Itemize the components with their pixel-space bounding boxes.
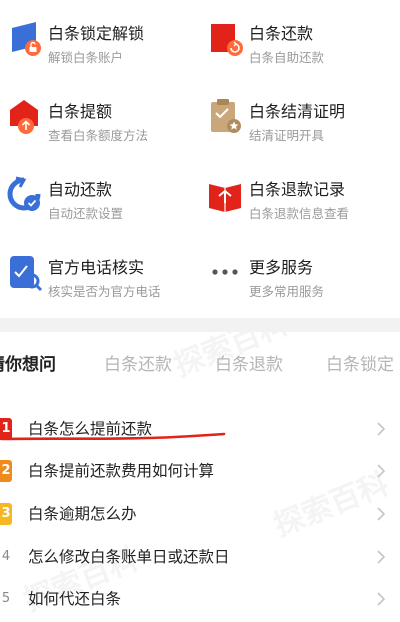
refund-record-icon — [209, 184, 241, 212]
service-title: 白条提额 — [48, 102, 113, 121]
service-settlement-certificate[interactable]: 白条结清证明 结清证明开具 — [205, 92, 395, 152]
question-text: 白条逾期怎么办 — [28, 505, 137, 523]
chevron-right-icon — [377, 550, 386, 564]
rank-number: 5 — [1, 591, 11, 606]
handwritten-underline — [0, 432, 226, 441]
auto-repay-icon — [7, 176, 41, 211]
question-text: 怎么修改白条账单日或还款日 — [28, 548, 230, 566]
service-title: 白条锁定解锁 — [48, 24, 145, 43]
service-subtitle: 结清证明开具 — [249, 128, 325, 143]
service-subtitle: 自动还款设置 — [48, 206, 124, 221]
chevron-right-icon — [377, 422, 386, 436]
service-title: 更多服务 — [249, 258, 314, 277]
lock-unlock-icon — [12, 22, 41, 56]
service-subtitle: 解锁白条账户 — [48, 50, 124, 65]
question-tabs: 猜你想问 白条还款 白条退款 白条锁定 — [0, 350, 400, 386]
service-lock-unlock[interactable]: 白条锁定解锁 解锁白条账户 — [4, 14, 194, 74]
service-title: 白条还款 — [249, 24, 314, 43]
rank-number: 4 — [1, 549, 11, 564]
service-title: 官方电话核实 — [48, 258, 145, 277]
section-divider — [0, 318, 400, 332]
service-title: 自动还款 — [48, 180, 113, 199]
repay-icon — [211, 24, 243, 56]
service-phone-verify[interactable]: 官方电话核实 核实是否为官方电话 — [4, 248, 194, 308]
phone-verify-icon — [10, 256, 43, 292]
service-subtitle: 更多常用服务 — [249, 284, 325, 299]
service-subtitle: 白条自助还款 — [249, 50, 325, 65]
chevron-right-icon — [377, 592, 386, 606]
service-more[interactable]: 更多服务 更多常用服务 — [205, 248, 395, 308]
list-item[interactable]: 5 如何代还白条 — [0, 582, 400, 622]
service-subtitle: 核实是否为官方电话 — [48, 284, 161, 299]
tab-guess[interactable]: 猜你想问 — [0, 350, 56, 375]
chevron-right-icon — [377, 507, 386, 521]
rank-badge: 3 — [0, 503, 12, 525]
question-text: 如何代还白条 — [28, 590, 122, 608]
more-dots-icon — [212, 269, 238, 275]
settlement-certificate-icon — [211, 99, 241, 133]
tab-lock[interactable]: 白条锁定 — [326, 350, 394, 375]
service-refund-record[interactable]: 白条退款记录 白条退款信息查看 — [205, 170, 395, 230]
list-item[interactable]: 3 白条逾期怎么办 — [0, 497, 400, 537]
service-repay[interactable]: 白条还款 白条自助还款 — [205, 14, 395, 74]
question-text: 白条提前还款费用如何计算 — [28, 462, 215, 480]
service-title: 白条结清证明 — [249, 102, 346, 121]
raise-limit-icon — [10, 100, 38, 134]
chevron-right-icon — [377, 464, 386, 478]
service-auto-repay[interactable]: 自动还款 自动还款设置 — [4, 170, 194, 230]
service-subtitle: 查看白条额度方法 — [48, 128, 149, 143]
tab-repay[interactable]: 白条还款 — [104, 350, 172, 375]
list-item[interactable]: 2 白条提前还款费用如何计算 — [0, 454, 400, 494]
service-raise-limit[interactable]: 白条提额 查看白条额度方法 — [4, 92, 194, 152]
rank-badge: 2 — [0, 460, 12, 482]
service-grid: 白条锁定解锁 解锁白条账户 白条还款 白条自助还款 白条提额 查看白条额度方法 … — [0, 0, 400, 318]
service-subtitle: 白条退款信息查看 — [249, 206, 350, 221]
tab-refund[interactable]: 白条退款 — [215, 350, 283, 375]
list-item[interactable]: 4 怎么修改白条账单日或还款日 — [0, 540, 400, 580]
service-title: 白条退款记录 — [249, 180, 346, 199]
